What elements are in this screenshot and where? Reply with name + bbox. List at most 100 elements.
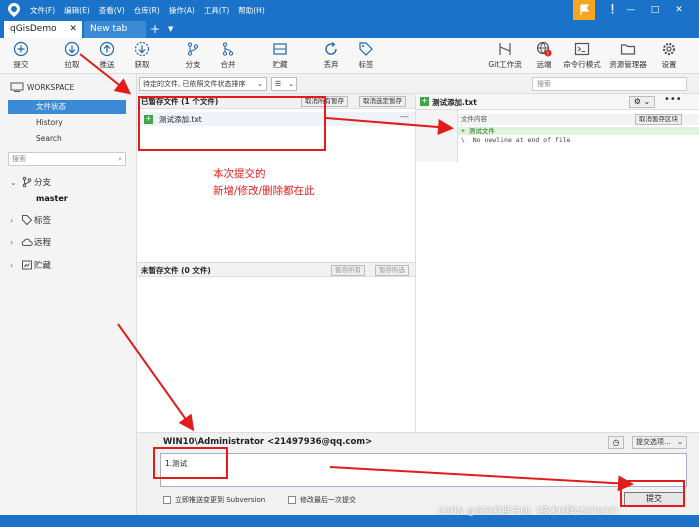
stage-selected-button[interactable]: 暂存所选 bbox=[375, 265, 409, 276]
clock-icon[interactable]: ◷ bbox=[608, 436, 624, 449]
menu-help[interactable]: 帮助(H) bbox=[238, 5, 265, 16]
sort-dropdown[interactable]: 待定的文件, 已依照文件状态排序 ⌄ bbox=[139, 77, 267, 91]
commit-button[interactable]: 提交 bbox=[1, 41, 41, 70]
add-tab-icon[interactable]: + bbox=[150, 20, 160, 38]
pull-button[interactable]: 拉取 bbox=[52, 41, 92, 70]
git-flow-label: Git工作流 bbox=[488, 60, 522, 69]
amend-label: 修改最后一次提交 bbox=[300, 496, 356, 504]
menu-repository[interactable]: 仓库(R) bbox=[134, 5, 160, 16]
maximize-button[interactable]: □ bbox=[648, 3, 662, 17]
settings-label: 设置 bbox=[661, 60, 677, 69]
branch-button[interactable]: 分支 bbox=[173, 41, 213, 70]
diff-view: 文件内容 取消暂存区块 + 测试文件 \ No newline at end o… bbox=[415, 110, 699, 432]
sidebar-section-tags[interactable]: › 标签 bbox=[10, 214, 51, 226]
more-options-icon[interactable]: ••• bbox=[664, 94, 682, 105]
terminal-button[interactable]: 命令行模式 bbox=[562, 41, 602, 70]
chevron-down-icon: ⌄ bbox=[257, 80, 263, 88]
branch-icon bbox=[22, 176, 32, 188]
menu-tools[interactable]: 工具(T) bbox=[204, 5, 229, 16]
unstage-hunk-button[interactable]: 取消暂存区块 bbox=[635, 114, 682, 125]
unstaged-file-list bbox=[137, 277, 415, 432]
tag-icon bbox=[22, 215, 33, 226]
push-button[interactable]: 推送 bbox=[87, 41, 127, 70]
sidebar-item-label: History bbox=[36, 118, 63, 127]
discard-button[interactable]: 丢弃 bbox=[311, 41, 351, 70]
sidebar-item-history[interactable]: History bbox=[8, 116, 126, 130]
terminal-icon bbox=[574, 42, 590, 56]
watermark: CSDN @长沙红胖子Qt（技术Q群4597637） bbox=[438, 507, 624, 517]
branch-label: 分支 bbox=[185, 60, 201, 69]
merge-button[interactable]: 合并 bbox=[208, 41, 248, 70]
stage-all-button[interactable]: 暂存所有 bbox=[331, 265, 365, 276]
tab-repo[interactable]: qGisDemo ✕ bbox=[4, 21, 82, 38]
push-label: 推送 bbox=[99, 60, 115, 69]
menu-view[interactable]: 查看(V) bbox=[99, 5, 125, 16]
minimize-button[interactable]: — bbox=[624, 3, 638, 17]
collapse-icon[interactable]: — bbox=[400, 112, 409, 122]
diff-file-name: 测试添加.txt bbox=[432, 98, 477, 107]
folder-icon bbox=[620, 44, 636, 55]
sidebar-item-label: Search bbox=[36, 134, 62, 143]
git-flow-button[interactable]: Git工作流 bbox=[485, 41, 525, 70]
sidebar-section-stashes[interactable]: › 贮藏 bbox=[10, 259, 51, 271]
push-svn-checkbox[interactable]: 立即推送变更到 Subversion bbox=[163, 495, 265, 505]
view-mode-dropdown[interactable]: ☰ ⌄ bbox=[271, 77, 297, 91]
gear-icon bbox=[662, 42, 676, 56]
close-tab-icon[interactable]: ✕ bbox=[69, 21, 77, 38]
sidebar-item-search[interactable]: Search bbox=[8, 132, 126, 146]
tab-dropdown-icon[interactable]: ▼ bbox=[168, 20, 173, 38]
sidebar-search-input[interactable]: 搜索 ⌕ bbox=[8, 152, 126, 166]
plus-circle-icon bbox=[13, 41, 29, 57]
tag-label: 标签 bbox=[358, 60, 374, 69]
sidebar-section-remotes[interactable]: › 远程 bbox=[10, 236, 51, 249]
list-icon: ☰ bbox=[275, 80, 282, 88]
app-logo-icon bbox=[8, 3, 20, 17]
menu-file[interactable]: 文件(F) bbox=[30, 5, 55, 16]
sidebar-section-branches[interactable]: ⌄ 分支 bbox=[10, 176, 51, 188]
diff-line-added: + 测试文件 bbox=[458, 127, 699, 135]
settings-button[interactable]: 设置 bbox=[649, 41, 689, 70]
unstage-selected-button[interactable]: 取消选定暂存 bbox=[359, 96, 406, 107]
branch-icon bbox=[187, 42, 199, 56]
menu-actions[interactable]: 操作(A) bbox=[169, 5, 195, 16]
chevron-down-icon: ⌄ bbox=[10, 177, 17, 187]
info-icon[interactable]: ❕ bbox=[606, 3, 620, 17]
tab-new-label: New tab bbox=[90, 24, 128, 34]
sidebar-section-label: 标签 bbox=[34, 216, 52, 226]
notification-flag-button[interactable] bbox=[573, 0, 595, 20]
search-icon: ⌕ bbox=[118, 155, 122, 163]
diff-options-button[interactable]: ⚙ ⌄ bbox=[629, 96, 655, 108]
current-branch[interactable]: master bbox=[36, 194, 68, 203]
sidebar-item-file-status[interactable]: 文件状态 bbox=[8, 100, 126, 114]
tag-button[interactable]: 标签 bbox=[346, 41, 386, 70]
explorer-button[interactable]: 资源管理器 bbox=[608, 41, 648, 70]
stash-icon bbox=[22, 260, 32, 270]
stash-button[interactable]: 贮藏 bbox=[260, 41, 300, 70]
unstaged-title: 未暂存文件 (0 文件) bbox=[141, 266, 211, 275]
chevron-down-icon: ⌄ bbox=[677, 438, 683, 446]
commit-author: WIN10\Administrator <21497936@qq.com> bbox=[163, 437, 373, 447]
file-search-input[interactable]: 搜索 bbox=[532, 77, 687, 91]
remote-button[interactable]: ! 远端 bbox=[524, 41, 564, 70]
close-window-button[interactable]: ✕ bbox=[672, 3, 686, 17]
fetch-button[interactable]: 获取 bbox=[122, 41, 162, 70]
checkbox-box bbox=[163, 496, 171, 504]
filter-bar: 待定的文件, 已依照文件状态排序 ⌄ ☰ ⌄ 搜索 bbox=[137, 74, 699, 94]
discard-label: 丢弃 bbox=[323, 60, 339, 69]
menu-edit[interactable]: 编辑(E) bbox=[64, 5, 90, 16]
tab-new[interactable]: New tab bbox=[84, 21, 146, 38]
explorer-label: 资源管理器 bbox=[609, 60, 647, 69]
pull-label: 拉取 bbox=[64, 60, 80, 69]
tab-bar: qGisDemo ✕ New tab + ▼ bbox=[0, 20, 699, 38]
globe-icon: ! bbox=[536, 41, 552, 57]
annotation-line2: 新增/修改/删除都在此 bbox=[213, 185, 315, 197]
commit-message-input[interactable]: 1.测试 bbox=[160, 453, 687, 487]
amend-checkbox[interactable]: 修改最后一次提交 bbox=[288, 495, 356, 505]
commit-options-dropdown[interactable]: 提交选项... ⌄ bbox=[632, 436, 687, 449]
merge-label: 合并 bbox=[220, 60, 236, 69]
file-added-icon: + bbox=[420, 96, 429, 106]
svg-text:!: ! bbox=[547, 51, 549, 58]
unstaged-header: 未暂存文件 (0 文件) 暂存所有 暂存所选 bbox=[137, 262, 415, 277]
sidebar-section-label: 贮藏 bbox=[34, 261, 52, 271]
sort-dropdown-value: 待定的文件, 已依照文件状态排序 bbox=[143, 80, 246, 88]
